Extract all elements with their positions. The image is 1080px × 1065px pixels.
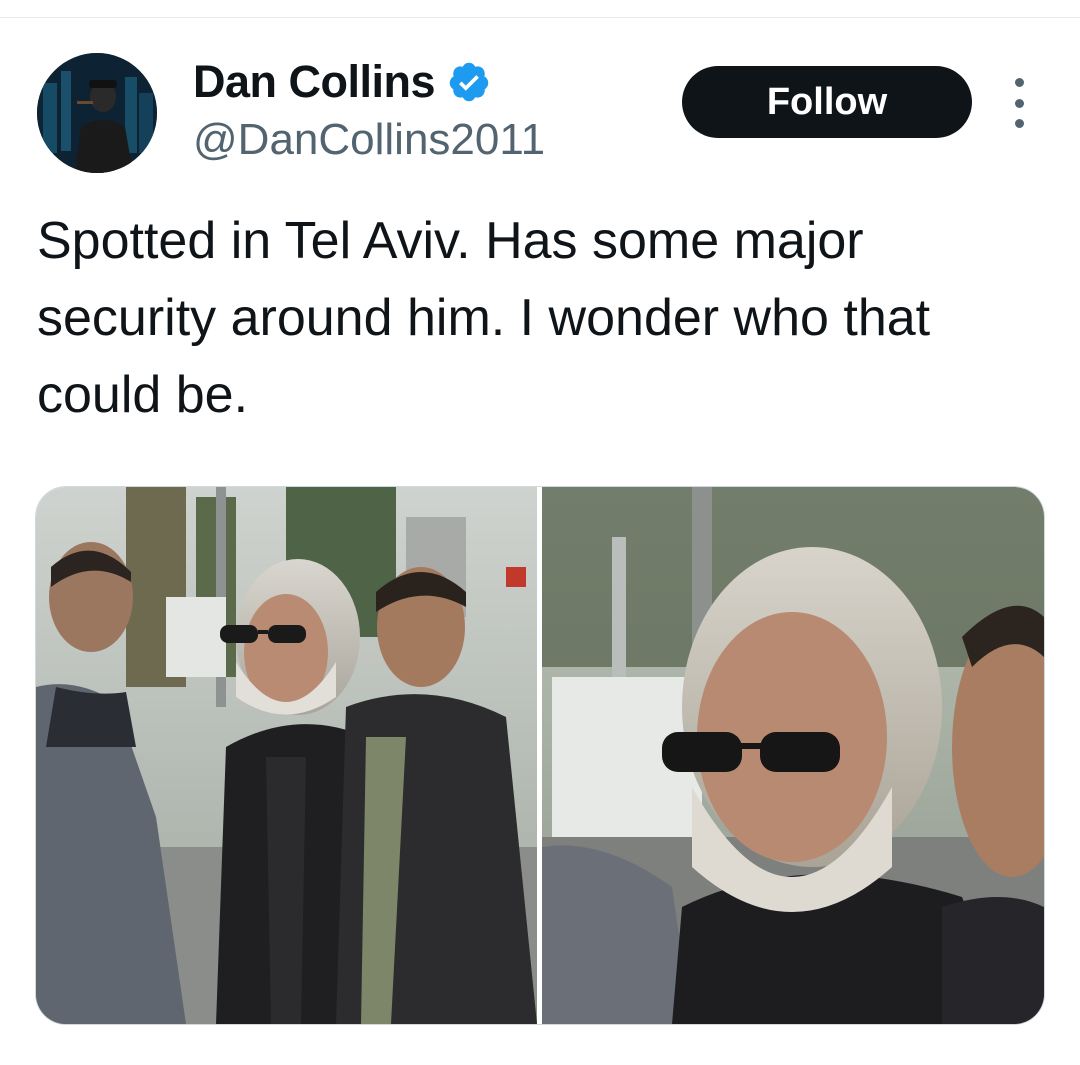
photo-image — [36, 487, 537, 1024]
photo-image — [542, 487, 1044, 1024]
tweet-text: Spotted in Tel Aviv. Has some major secu… — [37, 212, 945, 424]
tweet-photo-1[interactable] — [36, 487, 537, 1024]
top-divider — [0, 17, 1080, 18]
avatar[interactable] — [37, 53, 157, 173]
user-handle[interactable]: @DanCollins2011 — [193, 112, 545, 168]
more-dot — [1014, 98, 1024, 108]
follow-button[interactable]: Follow — [682, 66, 972, 138]
media-grid[interactable] — [36, 487, 1044, 1024]
user-info[interactable]: Dan Collins @DanCollins2011 — [193, 54, 545, 168]
more-options-icon[interactable] — [1004, 78, 1034, 128]
tweet-photo-2[interactable] — [542, 487, 1044, 1024]
more-dot — [1014, 78, 1024, 87]
display-name[interactable]: Dan Collins — [193, 54, 436, 110]
display-name-row: Dan Collins — [193, 54, 545, 110]
verified-badge-icon — [449, 62, 489, 102]
avatar-image — [37, 53, 157, 173]
more-dot — [1014, 119, 1024, 128]
